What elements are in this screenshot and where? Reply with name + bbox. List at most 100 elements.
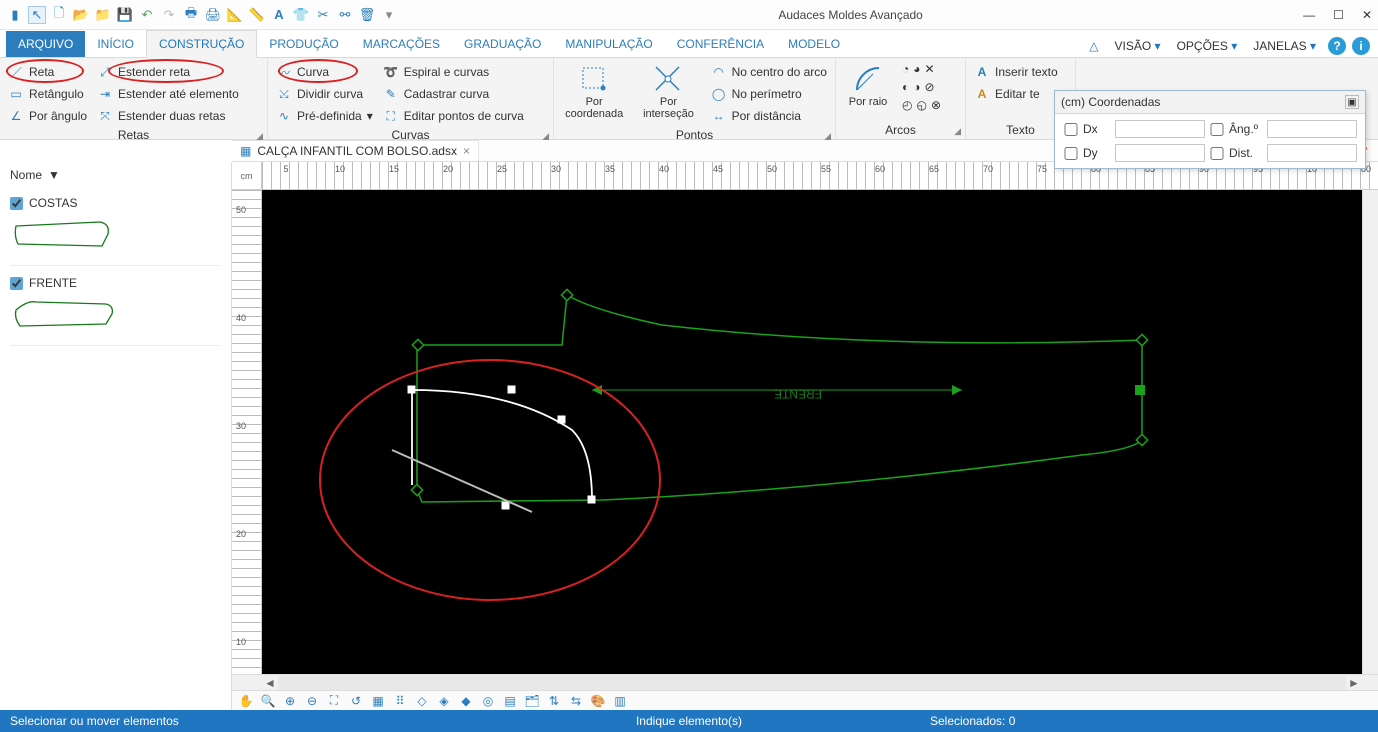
undo-icon[interactable]: ↶ [138, 6, 156, 24]
visao-button[interactable]: VISÃO ▾ [1109, 35, 1167, 57]
vertical-scrollbar[interactable] [1362, 190, 1378, 674]
arc-icon[interactable]: ◔ [902, 62, 909, 76]
zoom-out-icon[interactable]: ⊖ [304, 693, 320, 709]
folder-icon[interactable]: 📁 [94, 6, 112, 24]
tab-inicio[interactable]: INÍCIO [85, 31, 146, 57]
estender-reta-button[interactable]: ⤢Estender reta [97, 62, 239, 82]
piece1-icon[interactable]: ◇ [414, 693, 430, 709]
grid-icon[interactable]: ▦ [370, 693, 386, 709]
close-button[interactable]: ✕ [1362, 8, 1372, 22]
zoom-fit-icon[interactable]: ⛶ [326, 693, 342, 709]
fliph-icon[interactable]: ⇆ [568, 693, 584, 709]
dy-input[interactable] [1115, 144, 1205, 162]
piece-costas[interactable]: COSTAS [10, 196, 221, 210]
drawing-canvas[interactable]: FRENTE [262, 190, 1362, 674]
layer-icon[interactable]: ▤ [502, 693, 518, 709]
dx-input[interactable] [1115, 120, 1205, 138]
measure-icon[interactable]: 📐 [226, 6, 244, 24]
target-icon[interactable]: ◎ [480, 693, 496, 709]
reta-button[interactable]: ／Reta [8, 62, 87, 82]
zoom-prev-icon[interactable]: ↺ [348, 693, 364, 709]
zoom-in-icon[interactable]: ⊕ [282, 693, 298, 709]
open-icon[interactable]: 📂 [72, 6, 90, 24]
info-icon[interactable]: i [1352, 37, 1370, 55]
color-icon[interactable]: 🎨 [590, 693, 606, 709]
piece2-icon[interactable]: ◈ [436, 693, 452, 709]
por-intersecao-button[interactable]: Por interseção [636, 62, 700, 126]
janelas-button[interactable]: JANELAS ▾ [1247, 35, 1322, 57]
dots-icon[interactable]: ⠿ [392, 693, 408, 709]
pan-icon[interactable]: ✋ [238, 693, 254, 709]
tab-producao[interactable]: PRODUÇÃO [257, 31, 350, 57]
layers-icon[interactable]: 🗂 [524, 693, 540, 709]
cadastrar-curva-button[interactable]: ✎Cadastrar curva [383, 84, 524, 104]
no-perimetro-button[interactable]: ◯No perímetro [711, 84, 827, 104]
tab-graduacao[interactable]: GRADUAÇÃO [452, 31, 553, 57]
coord-close-icon[interactable]: ▣ [1345, 95, 1359, 109]
tab-modelo[interactable]: MODELO [776, 31, 852, 57]
editar-pontos-button[interactable]: ⛶Editar pontos de curva [383, 106, 524, 126]
trash-icon[interactable]: 🗑 [358, 6, 376, 24]
piece3-icon[interactable]: ◆ [458, 693, 474, 709]
printer-icon[interactable]: 🖨 [204, 6, 222, 24]
flipv-icon[interactable]: ⇅ [546, 693, 562, 709]
espiral-button[interactable]: ➰Espiral e curvas [383, 62, 524, 82]
tab-manipulacao[interactable]: MANIPULAÇÃO [553, 31, 664, 57]
document-tab[interactable]: ▦ CALÇA INFANTIL COM BOLSO.adsx × [232, 140, 479, 161]
text-tool-icon[interactable]: A [270, 6, 288, 24]
por-angulo-button[interactable]: ∠Por ângulo [8, 106, 87, 126]
piece-costas-thumb[interactable] [10, 216, 110, 252]
piece-frente-thumb[interactable] [10, 296, 120, 332]
dx-checkbox[interactable] [1063, 123, 1079, 136]
minimize-button[interactable]: — [1303, 8, 1315, 22]
collapse-ribbon-icon[interactable]: △ [1083, 35, 1104, 57]
editar-texto-button[interactable]: AEditar te [974, 84, 1058, 104]
new-icon[interactable]: 🗋 [50, 6, 68, 24]
arc9-icon[interactable]: ⊗ [931, 98, 941, 112]
zoom-window-icon[interactable]: 🔍 [260, 693, 276, 709]
help-icon[interactable]: ? [1328, 37, 1346, 55]
arc6-icon[interactable]: ⊘ [925, 80, 935, 94]
por-distancia-button[interactable]: ↔Por distância [711, 106, 827, 126]
inserir-texto-button[interactable]: AInserir texto [974, 62, 1058, 82]
coordinates-panel[interactable]: (cm) Coordenadas ▣ Dx Âng.º Dy Dist. [1054, 90, 1366, 169]
scissors-icon[interactable]: ✂ [314, 6, 332, 24]
por-coordenada-button[interactable]: Por coordenada [562, 62, 626, 126]
qat-dropdown-icon[interactable]: ▾ [380, 6, 398, 24]
arc3-icon[interactable]: ✕ [925, 62, 935, 76]
retangulo-button[interactable]: ▭Retângulo [8, 84, 87, 104]
tab-construcao[interactable]: CONSTRUÇÃO [146, 30, 257, 58]
dist-input[interactable] [1267, 144, 1357, 162]
save-icon[interactable]: 💾 [116, 6, 134, 24]
piece-frente[interactable]: FRENTE [10, 276, 221, 290]
estender-duas-button[interactable]: ⤧Estender duas retas [97, 106, 239, 126]
horizontal-scrollbar[interactable]: ◄► [232, 674, 1378, 690]
tab-marcacoes[interactable]: MARCAÇÕES [351, 31, 452, 57]
arc5-icon[interactable]: ◑ [913, 80, 920, 94]
maximize-button[interactable]: ☐ [1333, 8, 1344, 22]
shirt-icon[interactable]: 👕 [292, 6, 310, 24]
piece-frente-checkbox[interactable] [10, 277, 23, 290]
no-centro-arco-button[interactable]: ◠No centro do arco [711, 62, 827, 82]
opcoes-button[interactable]: OPÇÕES ▾ [1171, 35, 1244, 57]
tab-arquivo[interactable]: ARQUIVO [6, 31, 85, 57]
pre-definida-button[interactable]: ∿Pré-definida ▾ [276, 106, 373, 126]
tab-conferencia[interactable]: CONFERÊNCIA [665, 31, 776, 57]
piece-costas-checkbox[interactable] [10, 197, 23, 210]
por-raio-button[interactable]: Por raio [844, 62, 892, 112]
dy-checkbox[interactable] [1063, 147, 1079, 160]
arc4-icon[interactable]: ◐ [902, 80, 909, 94]
dist-checkbox[interactable] [1209, 147, 1225, 160]
arc2-icon[interactable]: ◕ [913, 62, 920, 76]
redo-icon[interactable]: ↷ [160, 6, 178, 24]
panel-header[interactable]: Nome ▼ [10, 168, 221, 190]
link-icon[interactable]: ⚯ [336, 6, 354, 24]
ang-checkbox[interactable] [1209, 123, 1225, 136]
ang-input[interactable] [1267, 120, 1357, 138]
estender-ate-button[interactable]: ⇥Estender até elemento [97, 84, 239, 104]
print-icon[interactable]: 🖶 [182, 6, 200, 24]
misc-icon[interactable]: ▥ [612, 693, 628, 709]
close-tab-icon[interactable]: × [463, 144, 470, 158]
dividir-curva-button[interactable]: ⤩Dividir curva [276, 84, 373, 104]
arc7-icon[interactable]: ◴ [902, 98, 912, 112]
